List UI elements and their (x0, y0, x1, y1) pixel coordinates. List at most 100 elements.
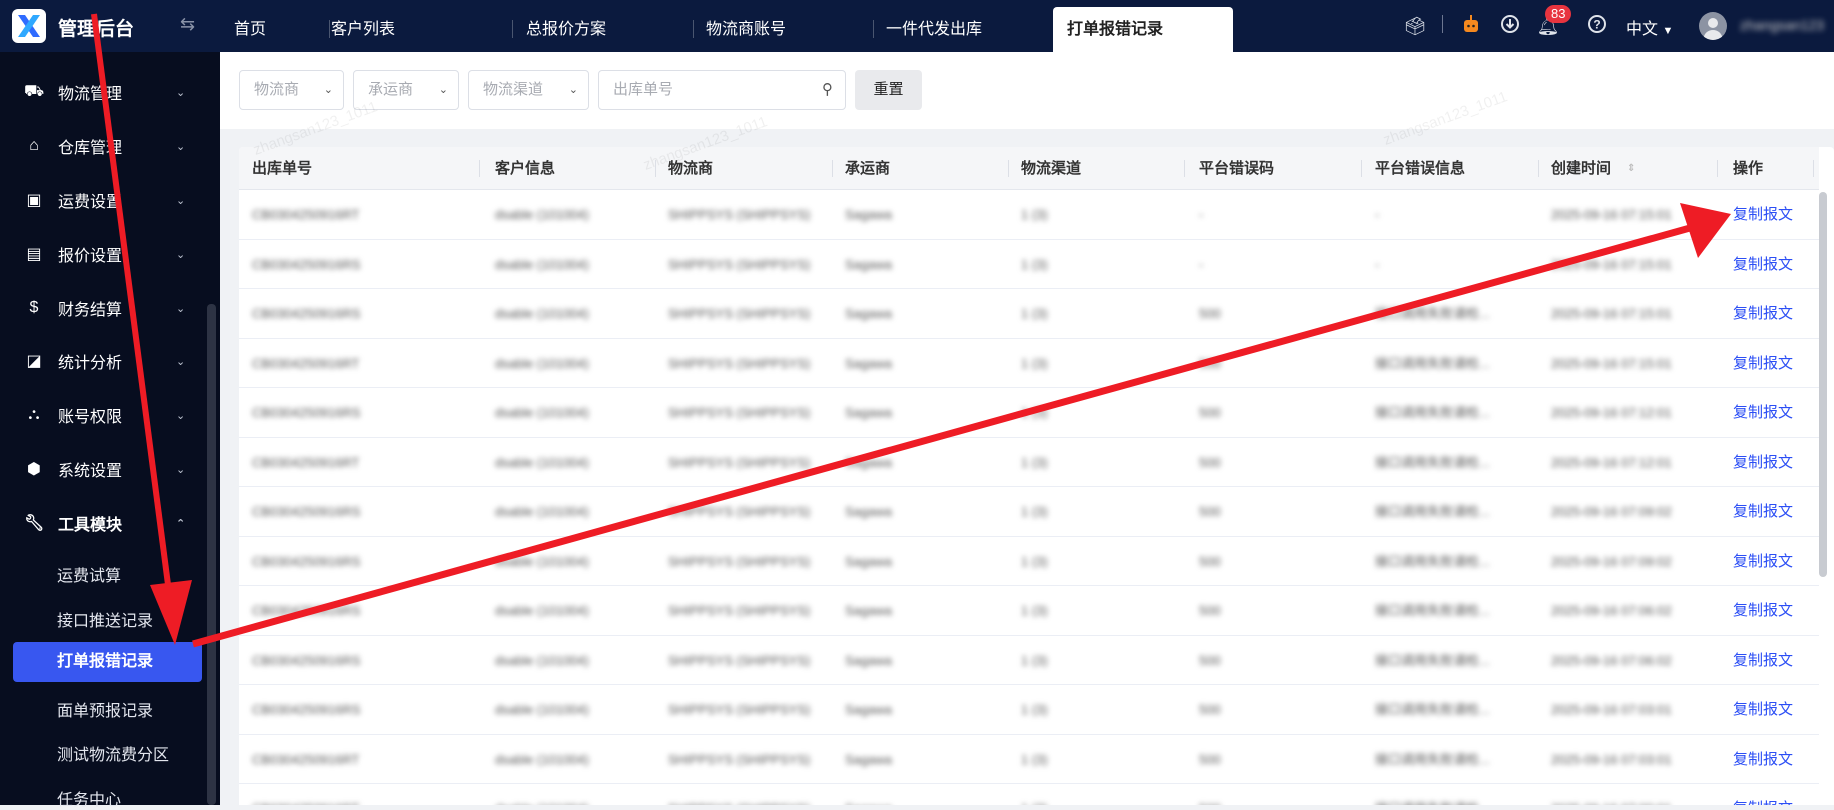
chevron-down-icon: ⌄ (176, 86, 186, 99)
sidebar-subitem-test-zone[interactable]: 测试物流费分区 (57, 741, 169, 765)
logistics-select[interactable]: 物流商 ⌄ (239, 70, 344, 110)
table-cell: 2025-09-16 07:12:01 (1551, 454, 1672, 470)
copy-message-link[interactable]: 复制报文 (1733, 487, 1793, 536)
chart-icon: ◪ (26, 353, 42, 370)
sidebar-subitem-task-center[interactable]: 任务中心 (57, 786, 121, 810)
column-divider (479, 160, 480, 177)
tab-quote-plan[interactable]: 总报价方案 (512, 7, 620, 52)
table-row: CB0304250916RS dsable (101004) SHIPPSYS (S… (239, 487, 1819, 537)
table-cell: dsable (101004) (495, 784, 589, 805)
table-cell: 2025-09-16 07:09:02 (1551, 504, 1672, 519)
sidebar-item-quote[interactable]: ▤ 报价设置 ⌄ (0, 234, 207, 274)
reset-button[interactable]: 重置 (855, 70, 922, 110)
table-row: CB0304250916RT dsable (101004) SHIPPSYS (S… (239, 438, 1819, 487)
table-cell: 500 (1199, 355, 1221, 371)
chevron-down-icon: ⌄ (568, 84, 578, 96)
copy-message-link[interactable]: 复制报文 (1733, 339, 1793, 388)
tab-home[interactable]: 首页 (220, 7, 280, 52)
table-cell: dsable (101004) (495, 355, 589, 371)
table-header: 出库单号 客户信息 物流商 承运商 物流渠道 平台错误码 平台错误信息 创建时间 ⇕ 操作 (239, 147, 1819, 190)
table-cell: 接口调用失败请检... (1375, 454, 1490, 470)
column-header: 物流渠道 (1021, 160, 1082, 177)
copy-message-link[interactable]: 复制报文 (1733, 636, 1793, 685)
chevron-down-icon: ⌄ (438, 84, 448, 96)
sidebar-subitem-label-forecast-log[interactable]: 面单预报记录 (57, 697, 153, 721)
copy-message-link[interactable]: 复制报文 (1733, 586, 1793, 635)
sidebar-item-finance[interactable]: $ 财务结算 ⌄ (0, 288, 207, 328)
logo-icon[interactable] (12, 9, 46, 43)
language-select[interactable]: 中文 ▼ (1626, 15, 1673, 39)
chevron-down-icon: ⌄ (176, 463, 186, 476)
sidebar-scrollbar[interactable] (207, 304, 216, 805)
table-cell: Sagawa (845, 504, 892, 519)
table-cell: dsable (101004) (495, 405, 589, 420)
copy-message-link[interactable]: 复制报文 (1733, 388, 1793, 437)
tab-dropship-outbound[interactable]: 一件代发出库 (872, 7, 996, 52)
copy-message-link[interactable]: 复制报文 (1733, 190, 1793, 239)
column-header: 平台错误信息 (1375, 160, 1466, 177)
sort-icon[interactable]: ⇕ (1627, 147, 1635, 190)
sidebar-subitem-print-error-log[interactable]: 打单报错记录 (13, 642, 202, 682)
column-divider (1361, 160, 1362, 177)
warehouse-icon: ⌂ (29, 137, 39, 154)
table-cell: 1 (3) (1021, 751, 1048, 767)
table-cell: CB0304250916RS (252, 504, 361, 519)
copy-message-link[interactable]: 复制报文 (1733, 735, 1793, 784)
column-header: 平台错误码 (1199, 160, 1275, 177)
table-row: CB0304250916RS dsable (101004) SHIPPSYS (S… (239, 289, 1819, 339)
tab-logistics-account[interactable]: 物流商账号 (692, 7, 800, 52)
tab-print-error-log[interactable]: 打单报错记录 (1053, 7, 1233, 52)
chevron-down-icon: ⌄ (176, 194, 186, 207)
divider (1442, 15, 1443, 33)
copy-message-link[interactable]: 复制报文 (1733, 685, 1793, 734)
table-cell: - (1375, 256, 1380, 272)
sidebar-item-logistics[interactable]: ⛟ 物流管理 ⌄ (0, 72, 207, 112)
sidebar-item-settings[interactable]: ⬢ 系统设置 ⌄ (0, 449, 207, 489)
help-icon[interactable]: ? (1585, 14, 1609, 38)
copy-message-link[interactable]: 复制报文 (1733, 438, 1793, 487)
copy-message-link[interactable]: 复制报文 (1733, 289, 1793, 338)
channel-select[interactable]: 物流渠道 ⌄ (468, 70, 589, 110)
column-divider (1717, 160, 1718, 177)
column-header[interactable]: 创建时间 ⇕ (1551, 147, 1635, 190)
table-cell: 1 (3) (1021, 256, 1048, 272)
collapse-toggle-icon[interactable]: ⇆ (180, 14, 195, 35)
column-divider (1008, 160, 1009, 177)
sidebar-item-permissions[interactable]: ⛬ 账号权限 ⌄ (0, 395, 207, 435)
copy-message-link[interactable]: 复制报文 (1733, 240, 1793, 289)
table-row: CB0304250916RT dsable (101004) SHIPPSYS (S… (239, 339, 1819, 388)
sidebar-item-warehouse[interactable]: ⌂ 仓库管理 ⌄ (0, 126, 207, 166)
search-icon[interactable]: ⚲ (822, 71, 833, 109)
table-row: CB0304250916RS dsable (101004) SHIPPSYS (S… (239, 240, 1819, 289)
copy-message-link[interactable]: 复制报文 (1733, 784, 1793, 805)
download-icon[interactable] (1498, 14, 1522, 38)
sidebar-item-freight[interactable]: ▣ 运费设置 ⌄ (0, 180, 207, 220)
avatar[interactable] (1699, 12, 1727, 40)
table-cell: 500 (1199, 751, 1221, 767)
table-cell: 1 (3) (1021, 784, 1048, 805)
chevron-down-icon: ⌄ (176, 140, 186, 153)
tab-customers[interactable]: 客户列表 (317, 7, 409, 52)
sidebar-subitem-api-push-log[interactable]: 接口推送记录 (57, 607, 153, 631)
inbox-icon[interactable]: 🗳 (1403, 14, 1427, 38)
chevron-down-icon: ⌄ (176, 409, 186, 422)
filter-bar: 物流商 ⌄ 承运商 ⌄ 物流渠道 ⌄ 出库单号 ⚲ 重置 (220, 52, 1834, 129)
table-row: CB0304250916RT dsable (101004) SHIPPSYS (S… (239, 784, 1819, 805)
table-cell: CB0304250916RT (252, 355, 360, 371)
sidebar-subitem-freight-calc[interactable]: 运费试算 (57, 562, 121, 586)
order-number-input[interactable]: 出库单号 ⚲ (598, 70, 846, 110)
table-cell: CB0304250916RS (252, 603, 361, 618)
table-cell: 2025-09-16 07:06:02 (1551, 652, 1672, 668)
table-cell: 500 (1199, 553, 1221, 569)
sidebar-item-tools[interactable]: 🔧︎ 工具模块 ⌃ (0, 503, 207, 543)
copy-message-link[interactable]: 复制报文 (1733, 537, 1793, 586)
sidebar-item-label: 工具模块 (58, 517, 123, 534)
table-cell: 接口调用失败请检... (1375, 553, 1490, 569)
table-cell: SHIPPSYS (SHIPPSYS) (668, 306, 811, 321)
username[interactable]: zhangsan123 (1740, 17, 1824, 33)
table-scrollbar[interactable] (1819, 192, 1827, 577)
sidebar-item-stats[interactable]: ◪ 统计分析 ⌄ (0, 341, 207, 381)
table-cell: 接口调用失败请检... (1375, 405, 1490, 420)
notification-badge: 83 (1545, 5, 1572, 23)
robot-icon[interactable] (1459, 14, 1483, 38)
